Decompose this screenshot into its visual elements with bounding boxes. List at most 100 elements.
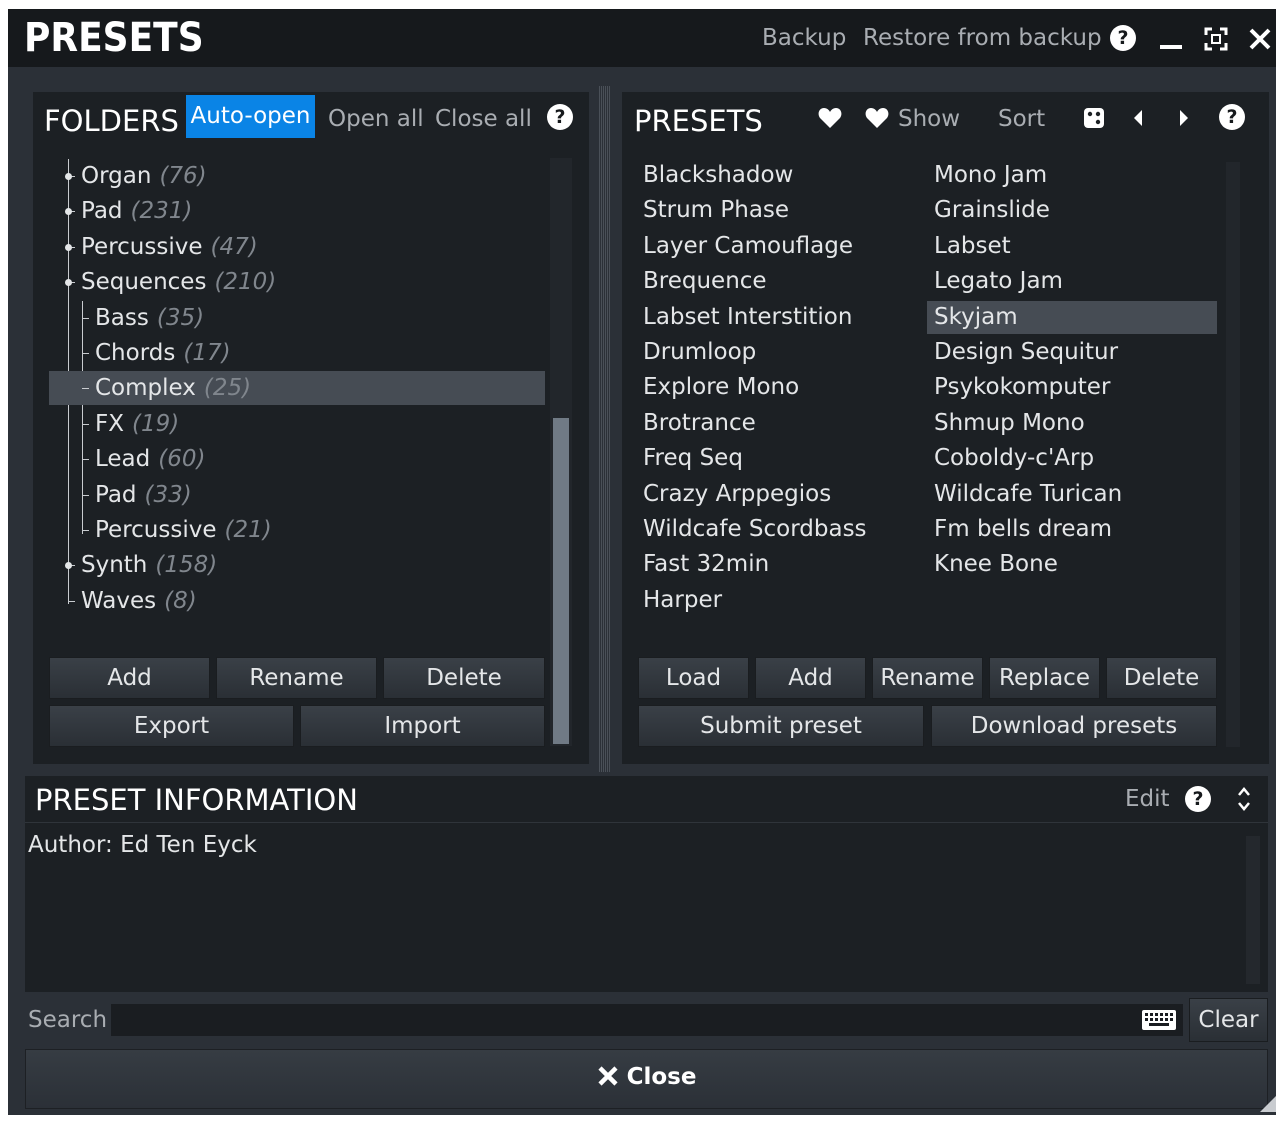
random-dice-icon[interactable]: [1083, 107, 1105, 129]
folder-item[interactable]: Synth (158): [81, 548, 217, 582]
presets-help-icon[interactable]: ?: [1219, 104, 1245, 130]
preset-info-title: PRESET INFORMATION: [35, 783, 358, 817]
expand-dot-icon[interactable]: [65, 562, 72, 569]
tree-connector: [82, 530, 89, 531]
preset-add-button[interactable]: Add: [755, 657, 866, 699]
auto-open-toggle[interactable]: Auto-open: [186, 95, 315, 138]
folder-count: (231): [130, 198, 193, 224]
preset-replace-button[interactable]: Replace: [989, 657, 1100, 699]
preset-item[interactable]: Fast 32min: [636, 548, 919, 581]
preset-item[interactable]: Brequence: [636, 265, 919, 298]
preset-item[interactable]: Drumloop: [636, 336, 919, 369]
folder-item[interactable]: Chords (17): [95, 336, 231, 370]
preset-item[interactable]: Psykokomputer: [927, 371, 1217, 404]
preset-item[interactable]: Shmup Mono: [927, 407, 1217, 440]
presets-scrollbar[interactable]: [1226, 162, 1240, 747]
info-help-icon[interactable]: ?: [1185, 786, 1211, 812]
preset-item[interactable]: Wildcafe Scordbass: [636, 513, 919, 546]
previous-preset-icon[interactable]: [1132, 109, 1144, 127]
expand-dot-icon[interactable]: [65, 279, 72, 286]
folder-count: (33): [144, 482, 192, 508]
preset-info-header: PRESET INFORMATION Edit ?: [25, 776, 1268, 823]
maximize-icon[interactable]: [1204, 27, 1228, 51]
preset-item[interactable]: Freq Seq: [636, 442, 919, 475]
edit-info-link[interactable]: Edit: [1125, 786, 1170, 812]
search-input[interactable]: [111, 1004, 1183, 1036]
folder-export-button[interactable]: Export: [49, 705, 294, 747]
close-all-link[interactable]: Close all: [435, 106, 532, 132]
expand-dot-icon[interactable]: [65, 173, 72, 180]
next-preset-icon[interactable]: [1178, 109, 1190, 127]
preset-item[interactable]: Coboldy-c'Arp: [927, 442, 1217, 475]
folder-item[interactable]: Waves (8): [81, 584, 197, 618]
help-icon[interactable]: ?: [1110, 25, 1136, 51]
folder-item[interactable]: Percussive (47): [81, 230, 258, 264]
preset-item[interactable]: Skyjam: [927, 301, 1217, 334]
folder-item[interactable]: Organ (76): [81, 159, 207, 193]
preset-item[interactable]: Explore Mono: [636, 371, 919, 404]
preset-item[interactable]: Mono Jam: [927, 159, 1217, 192]
restore-backup-link[interactable]: Restore from backup: [863, 25, 1102, 51]
folder-item[interactable]: Pad (231): [81, 194, 192, 228]
preset-item[interactable]: Blackshadow: [636, 159, 919, 192]
panel-splitter[interactable]: [599, 86, 610, 772]
folder-count: (19): [132, 411, 180, 437]
preset-item[interactable]: Harper: [636, 584, 919, 617]
keyboard-icon[interactable]: [1141, 1009, 1177, 1031]
close-window-icon[interactable]: [1248, 27, 1272, 51]
backup-link[interactable]: Backup: [762, 25, 846, 51]
presets-title: PRESETS: [634, 104, 763, 138]
preset-item[interactable]: Brotrance: [636, 407, 919, 440]
preset-item[interactable]: Crazy Arppegios: [636, 478, 919, 511]
folder-item[interactable]: Sequences (210): [81, 265, 276, 299]
sort-link[interactable]: Sort: [998, 106, 1045, 132]
tree-connector: [82, 388, 89, 389]
folders-help-icon[interactable]: ?: [547, 104, 573, 130]
preset-item[interactable]: Design Sequitur: [927, 336, 1217, 369]
folder-item[interactable]: Pad (33): [95, 478, 192, 512]
folder-item[interactable]: Lead (60): [95, 442, 205, 476]
search-label: Search: [28, 1007, 108, 1033]
preset-rename-button[interactable]: Rename: [872, 657, 983, 699]
preset-item[interactable]: Labset Interstition: [636, 301, 919, 334]
folder-delete-button[interactable]: Delete: [383, 657, 545, 699]
preset-info-panel: PRESET INFORMATION Edit ? Author: Ed Ten…: [25, 776, 1268, 992]
folder-import-button[interactable]: Import: [300, 705, 545, 747]
expand-dot-icon[interactable]: [65, 244, 72, 251]
search-clear-button[interactable]: Clear: [1189, 998, 1268, 1042]
folder-name: Waves: [81, 588, 157, 614]
submit-preset-button[interactable]: Submit preset: [638, 705, 924, 747]
folders-scrollbar-thumb[interactable]: [553, 418, 569, 744]
close-label: Close: [626, 1064, 697, 1090]
folder-item[interactable]: Percussive (21): [95, 513, 272, 547]
preset-item[interactable]: Fm bells dream: [927, 513, 1217, 546]
folder-add-button[interactable]: Add: [49, 657, 210, 699]
minimize-icon[interactable]: [1160, 45, 1182, 49]
close-x-icon: [597, 1066, 618, 1086]
expand-dot-icon[interactable]: [65, 208, 72, 215]
info-scrollbar[interactable]: [1246, 836, 1260, 984]
preset-load-button[interactable]: Load: [638, 657, 749, 699]
open-all-link[interactable]: Open all: [328, 106, 424, 132]
folder-item[interactable]: Bass (35): [95, 301, 204, 335]
preset-item[interactable]: Knee Bone: [927, 548, 1217, 581]
show-favorites-link[interactable]: Show: [898, 106, 960, 132]
folder-item[interactable]: Complex (25): [95, 371, 251, 405]
preset-delete-button[interactable]: Delete: [1106, 657, 1217, 699]
download-presets-button[interactable]: Download presets: [931, 705, 1217, 747]
preset-item[interactable]: Labset: [927, 230, 1217, 263]
preset-item[interactable]: Wildcafe Turican: [927, 478, 1217, 511]
resize-grip-icon[interactable]: [1260, 1096, 1276, 1112]
expand-collapse-icon[interactable]: [1237, 784, 1251, 814]
folder-rename-button[interactable]: Rename: [216, 657, 377, 699]
tree-connector: [82, 353, 89, 354]
preset-item[interactable]: Layer Camouflage: [636, 230, 919, 263]
folder-count: (21): [224, 517, 272, 543]
show-favorites-heart-icon[interactable]: [865, 107, 889, 129]
folder-item[interactable]: FX (19): [95, 407, 179, 441]
preset-item[interactable]: Strum Phase: [636, 194, 919, 227]
preset-item[interactable]: Grainslide: [927, 194, 1217, 227]
preset-item[interactable]: Legato Jam: [927, 265, 1217, 298]
favorite-heart-icon[interactable]: [818, 107, 842, 129]
close-button[interactable]: Close: [25, 1049, 1268, 1109]
